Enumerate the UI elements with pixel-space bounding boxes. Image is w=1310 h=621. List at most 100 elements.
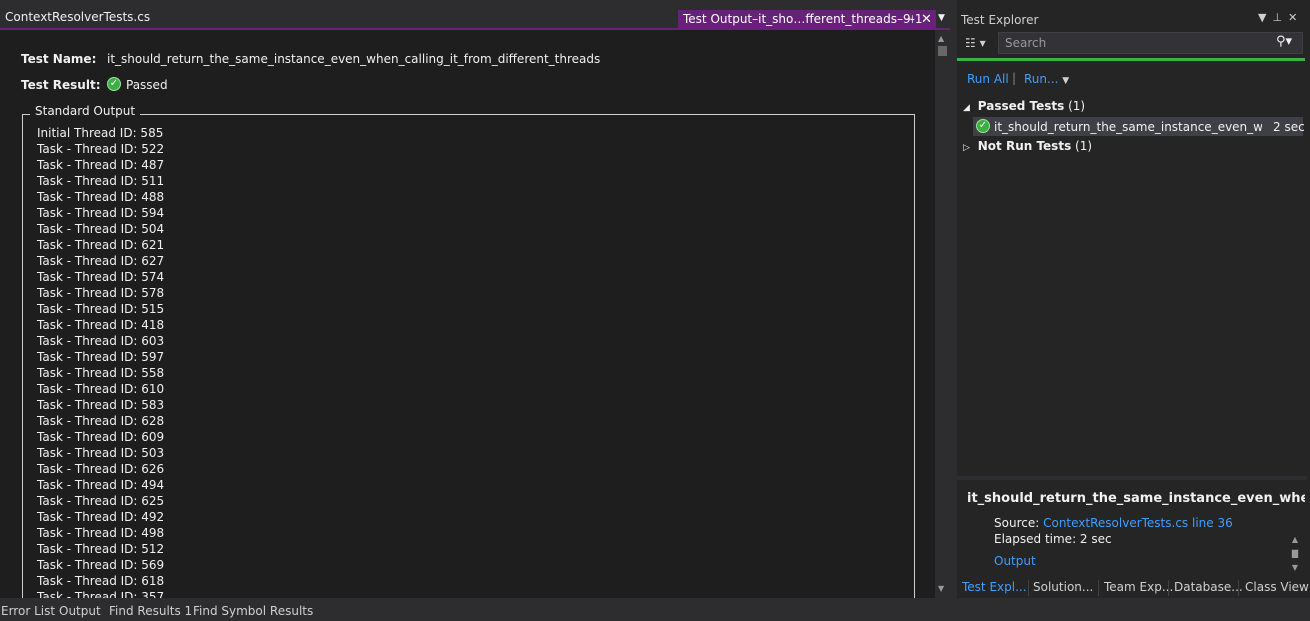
output-line: Task - Thread ID: 621	[37, 238, 165, 252]
test-result-value: Passed	[126, 78, 168, 92]
detail-splitter[interactable]	[957, 476, 1307, 480]
collapsed-triangle-icon: ▷	[963, 143, 970, 153]
tab-class-view[interactable]: Class View	[1245, 580, 1309, 594]
output-line: Task - Thread ID: 498	[37, 526, 165, 540]
search-icon[interactable]: ⚲▾	[1276, 34, 1292, 49]
output-line: Task - Thread ID: 558	[37, 366, 165, 380]
test-list-item-time: 2 sec	[1273, 120, 1305, 134]
output-line: Task - Thread ID: 357	[37, 590, 165, 598]
scroll-down-icon[interactable]: ▼	[1288, 561, 1302, 575]
output-line: Task - Thread ID: 583	[37, 398, 165, 412]
output-line: Task - Thread ID: 627	[37, 254, 165, 268]
output-line: Task - Thread ID: 609	[37, 430, 165, 444]
toolbar-separator: |	[1012, 71, 1017, 85]
output-line: Task - Thread ID: 628	[37, 414, 165, 428]
tab-find-results-1[interactable]: Find Results 1	[109, 604, 192, 618]
scroll-thumb[interactable]: ▇	[1288, 547, 1302, 561]
run-menu-button[interactable]: Run... ▼	[1024, 72, 1069, 86]
tab-output[interactable]: Output	[59, 604, 101, 618]
output-line: Task - Thread ID: 625	[37, 494, 165, 508]
not-run-tests-label: Not Run Tests	[977, 139, 1072, 153]
source-link[interactable]: ContextResolverTests.cs line 36	[1043, 516, 1233, 530]
test-name-label: Test Name:	[21, 52, 97, 66]
search-placeholder: Search	[1005, 36, 1047, 50]
tab-separator	[1168, 580, 1169, 596]
close-icon[interactable]: ✕	[1288, 11, 1303, 24]
detail-source: Source: ContextResolverTests.cs line 36	[994, 516, 1233, 530]
chevron-down-icon[interactable]: ▼	[1258, 11, 1272, 24]
standard-output-lines: Initial Thread ID: 585 Task - Thread ID: …	[37, 125, 164, 598]
output-line: Task - Thread ID: 578	[37, 286, 165, 300]
detail-source-label: Source:	[994, 516, 1040, 530]
tab-separator	[1238, 580, 1239, 596]
output-line: Task - Thread ID: 503	[37, 446, 165, 460]
scroll-thumb[interactable]	[938, 46, 947, 56]
test-explorer-panel	[957, 0, 1310, 598]
tool-window-tabs: Test Expl... Solution... Team Exp... Dat…	[957, 578, 1310, 598]
passed-check-icon: ✓	[107, 77, 121, 91]
document-scrollbar[interactable]: ▲ ▼	[935, 30, 950, 598]
tab-solution-explorer[interactable]: Solution...	[1033, 580, 1093, 594]
tab-test-output[interactable]: Test Output–it_sho…fferent_threads–9-1 ⊣…	[678, 10, 936, 29]
output-line: Task - Thread ID: 594	[37, 206, 165, 220]
group-by-icon[interactable]: ☷ ▾	[965, 36, 986, 50]
output-line: Initial Thread ID: 585	[37, 126, 164, 140]
output-line: Task - Thread ID: 610	[37, 382, 165, 396]
test-explorer-title: Test Explorer	[961, 13, 1039, 27]
passed-tests-count: (1)	[1068, 99, 1086, 113]
scroll-up-icon[interactable]: ▲	[1288, 533, 1302, 547]
chevron-down-icon: ▼	[1062, 76, 1070, 86]
output-line: Task - Thread ID: 522	[37, 142, 165, 156]
output-line: Task - Thread ID: 418	[37, 318, 165, 332]
output-line: Task - Thread ID: 626	[37, 462, 165, 476]
output-line: Task - Thread ID: 487	[37, 158, 165, 172]
test-result-label: Test Result:	[21, 78, 101, 92]
panel-controls: ▼⊥✕	[1258, 11, 1303, 24]
not-run-tests-count: (1)	[1075, 139, 1093, 153]
output-link[interactable]: Output	[994, 554, 1036, 568]
output-line: Task - Thread ID: 603	[37, 334, 165, 348]
tab-test-output-label: Test Output–it_sho…fferent_threads–9-1	[683, 12, 923, 26]
expanded-triangle-icon: ◢	[963, 103, 970, 113]
tab-separator	[1098, 580, 1099, 596]
run-all-button[interactable]: Run All	[967, 72, 1009, 86]
detail-elapsed-time: Elapsed time: 2 sec	[994, 532, 1112, 546]
test-status-bar	[957, 58, 1305, 61]
bottom-tool-tabs: Error List Output Find Results 1 Find Sy…	[0, 598, 1310, 621]
tab-test-explorer[interactable]: Test Expl...	[962, 580, 1027, 594]
detail-test-title: it_should_return_the_same_instance_even_…	[967, 491, 1305, 506]
output-line: Task - Thread ID: 618	[37, 574, 165, 588]
not-run-tests-group[interactable]: ▷ Not Run Tests (1)	[963, 139, 1092, 153]
scroll-up-icon[interactable]: ▲	[938, 34, 944, 43]
close-icon[interactable]: ✕	[921, 10, 932, 29]
tab-find-symbol-results[interactable]: Find Symbol Results	[193, 604, 313, 618]
passed-tests-label: Passed Tests	[977, 99, 1065, 113]
test-output-document: Test Name: it_should_return_the_same_ins…	[0, 30, 935, 598]
tab-database[interactable]: Database...	[1174, 580, 1243, 594]
tab-context-resolver-tests[interactable]: ContextResolverTests.cs	[5, 10, 150, 24]
test-list-item-name: it_should_return_the_same_instance_even_…	[994, 120, 1262, 134]
output-line: Task - Thread ID: 488	[37, 190, 165, 204]
output-line: Task - Thread ID: 515	[37, 302, 165, 316]
standard-output-label: Standard Output	[30, 104, 141, 118]
output-line: Task - Thread ID: 492	[37, 510, 165, 524]
output-line: Task - Thread ID: 597	[37, 350, 165, 364]
run-menu-label: Run...	[1024, 72, 1059, 86]
output-line: Task - Thread ID: 512	[37, 542, 165, 556]
dropdown-icon[interactable]: ▼	[938, 13, 945, 23]
scroll-down-icon[interactable]: ▼	[938, 584, 944, 593]
tab-team-explorer[interactable]: Team Exp...	[1104, 580, 1173, 594]
detail-scrollbar[interactable]: ▲ ▇ ▼	[1288, 533, 1302, 577]
output-line: Task - Thread ID: 569	[37, 558, 165, 572]
output-line: Task - Thread ID: 504	[37, 222, 165, 236]
tab-error-list[interactable]: Error List	[1, 604, 55, 618]
tab-separator	[1028, 580, 1029, 596]
test-name-value: it_should_return_the_same_instance_even_…	[107, 52, 601, 66]
passed-check-icon: ✓	[976, 119, 990, 133]
output-line: Task - Thread ID: 511	[37, 174, 165, 188]
pin-icon[interactable]: ⊥	[1272, 11, 1288, 24]
output-line: Task - Thread ID: 574	[37, 270, 165, 284]
pin-icon[interactable]: ⊣	[904, 10, 914, 29]
passed-tests-group[interactable]: ◢ Passed Tests (1)	[963, 99, 1085, 113]
output-line: Task - Thread ID: 494	[37, 478, 165, 492]
